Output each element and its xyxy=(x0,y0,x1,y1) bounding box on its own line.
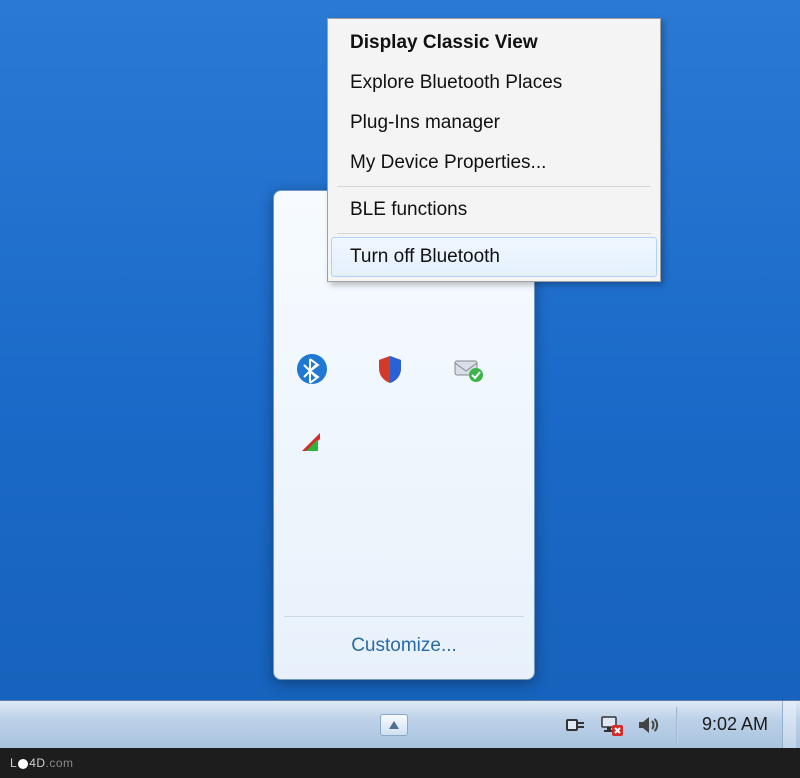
notification-area xyxy=(564,713,660,737)
clock[interactable]: 9:02 AM xyxy=(684,714,782,735)
customize-link[interactable]: Customize... xyxy=(274,617,534,679)
menu-separator xyxy=(337,186,651,187)
show-desktop-button[interactable] xyxy=(782,701,796,749)
network-error-icon[interactable] xyxy=(600,713,624,737)
taskbar: 9:02 AM xyxy=(0,700,800,748)
menu-ble-functions[interactable]: BLE functions xyxy=(331,190,657,230)
watermark-footer: L4D.com xyxy=(0,748,800,778)
bluetooth-icon[interactable] xyxy=(296,353,328,385)
menu-separator xyxy=(337,233,651,234)
menu-turn-off-bluetooth[interactable]: Turn off Bluetooth xyxy=(331,237,657,277)
menu-my-device-properties[interactable]: My Device Properties... xyxy=(331,143,657,183)
mail-check-icon[interactable] xyxy=(452,353,484,385)
bluetooth-context-menu: Display Classic View Explore Bluetooth P… xyxy=(327,18,661,282)
shield-icon[interactable] xyxy=(374,353,406,385)
menu-plugins-manager[interactable]: Plug-Ins manager xyxy=(331,103,657,143)
watermark-text: L4D.com xyxy=(10,756,74,770)
show-hidden-icons-button[interactable] xyxy=(380,714,408,736)
taskbar-separator xyxy=(676,707,678,743)
volume-icon[interactable] xyxy=(636,713,660,737)
power-plug-icon[interactable] xyxy=(564,713,588,737)
arrow-icon[interactable] xyxy=(296,425,328,457)
menu-display-classic-view[interactable]: Display Classic View xyxy=(331,23,657,63)
menu-explore-bluetooth-places[interactable]: Explore Bluetooth Places xyxy=(331,63,657,103)
